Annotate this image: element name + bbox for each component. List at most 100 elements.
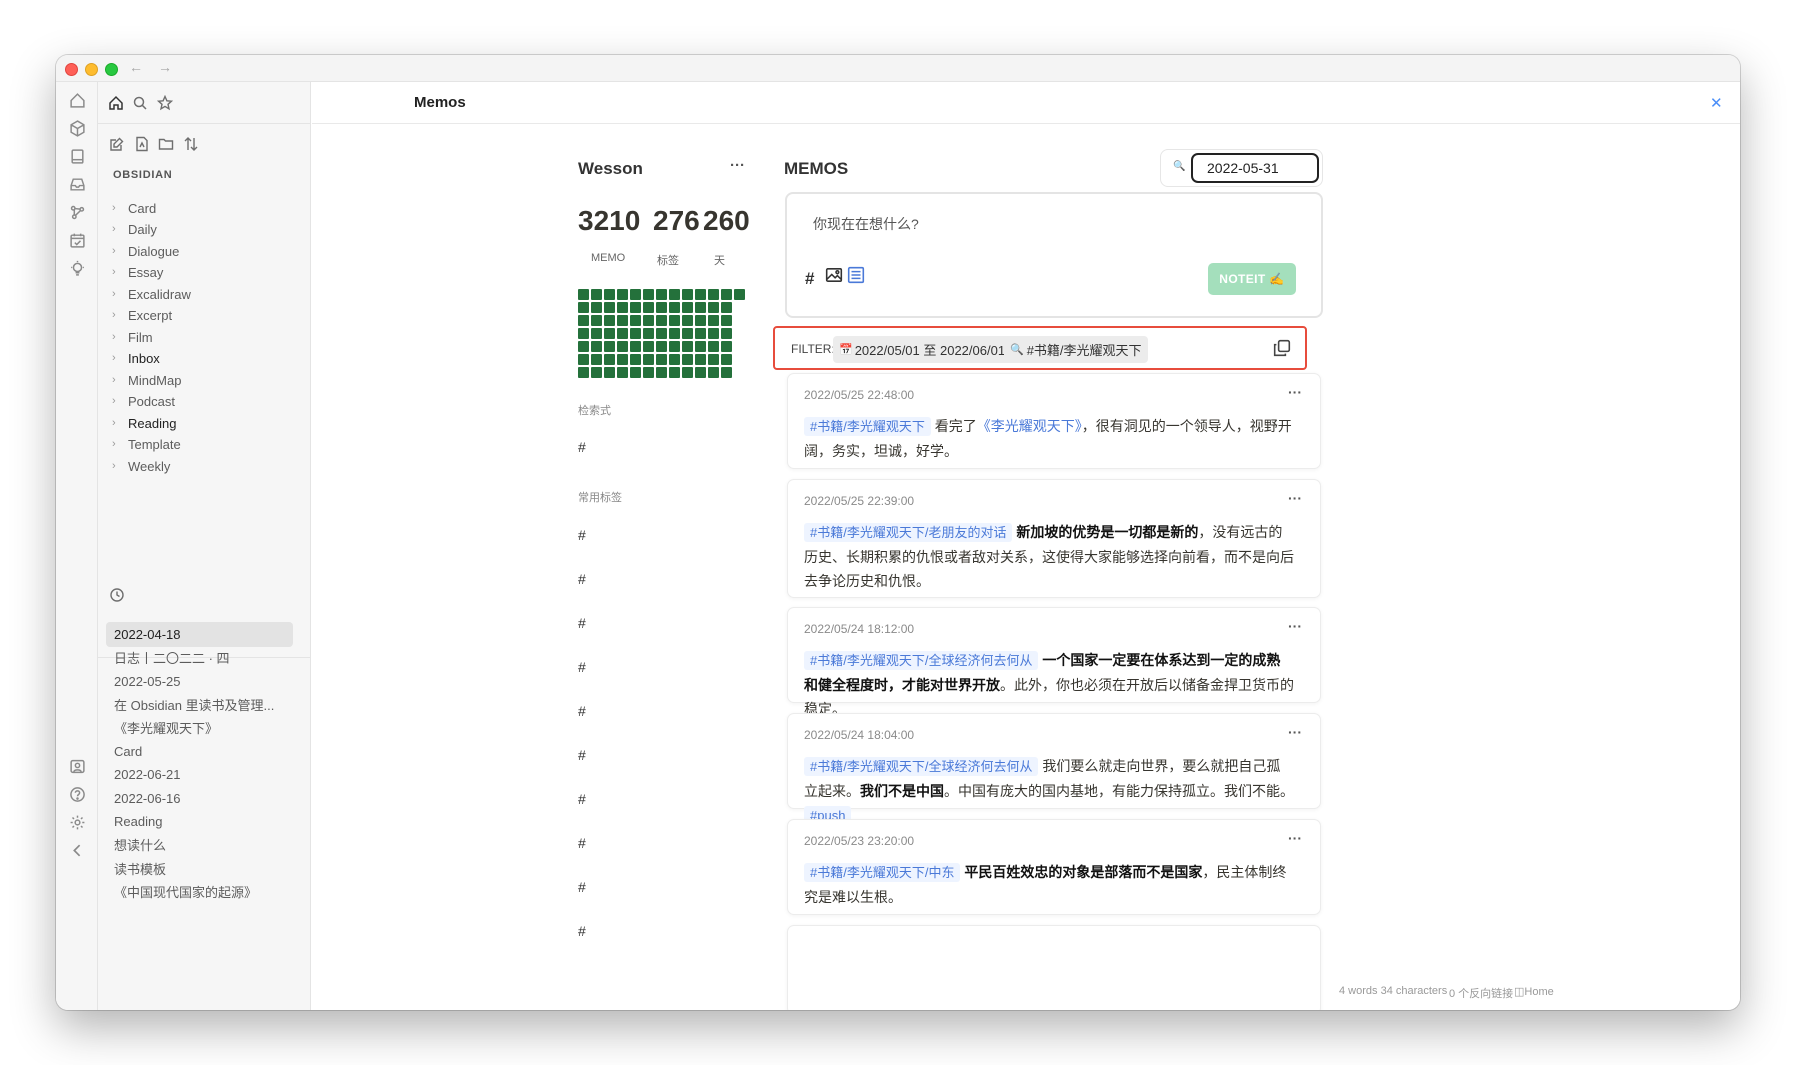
heatmap-cell[interactable] [604,315,615,326]
heatmap-cell[interactable] [604,354,615,365]
copy-icon[interactable] [1273,339,1291,357]
recent-file-item[interactable]: 2022-05-25 [106,669,293,694]
heatmap-cell[interactable] [695,354,706,365]
folder-daily[interactable]: › Daily [112,218,157,240]
heatmap-cell[interactable] [591,367,602,378]
collapse-sidebar-icon[interactable] [68,841,86,859]
heatmap-cell[interactable] [617,302,628,313]
heatmap-cell[interactable] [591,328,602,339]
heatmap-cell[interactable] [656,315,667,326]
heatmap-cell[interactable] [695,367,706,378]
folder-dialogue[interactable]: › Dialogue [112,240,179,262]
heatmap-cell[interactable] [617,328,628,339]
noteit-button[interactable]: NOTEIT ✍️ [1208,263,1296,295]
heatmap-cell[interactable] [721,315,732,326]
heatmap-cell[interactable] [695,315,706,326]
recent-file-item[interactable]: 2022-06-21 [106,762,293,787]
heatmap-cell[interactable] [682,367,693,378]
heatmap-cell[interactable] [643,367,654,378]
memo-menu-icon[interactable]: ··· [1288,490,1302,506]
heatmap-cell[interactable] [643,289,654,300]
recent-file-item[interactable]: 读书模板 [106,856,293,881]
heatmap-cell[interactable] [669,367,680,378]
search-icon[interactable] [130,93,150,113]
heatmap-cell[interactable] [578,354,589,365]
heatmap-cell[interactable] [578,367,589,378]
heatmap-cell[interactable] [591,354,602,365]
hashtag-icon[interactable]: # [805,269,814,289]
folder-reading[interactable]: › Reading [112,412,176,434]
status-home[interactable]: ◫Home [1514,985,1554,998]
image-icon[interactable] [825,266,843,289]
memo-tag[interactable]: #书籍/李光耀观天下/全球经济何去何从 [804,651,1039,670]
heatmap-cell[interactable] [617,341,628,352]
memo-card[interactable]: 2022/05/24 18:04:00 ··· #书籍/李光耀观天下/全球经济何… [787,713,1321,825]
new-note-icon[interactable] [107,134,127,154]
heatmap-cell[interactable] [617,354,628,365]
heatmap-cell[interactable] [669,289,680,300]
heatmap-cell[interactable] [708,302,719,313]
heatmap-cell[interactable] [591,302,602,313]
heatmap-cell[interactable] [656,354,667,365]
recent-file-item[interactable]: 《中国现代国家的起源》 [106,879,293,904]
tag-item[interactable]: # [578,571,586,587]
heatmap-cell[interactable] [695,328,706,339]
recent-file-item[interactable]: Reading [106,809,293,834]
heatmap-cell[interactable] [721,341,732,352]
heatmap-cell[interactable] [695,302,706,313]
heatmap-cell[interactable] [578,315,589,326]
tag-item[interactable]: # [578,615,586,631]
tag-item[interactable]: # [578,835,586,851]
recent-file-item[interactable]: Card [106,739,293,764]
heatmap-cell[interactable] [682,315,693,326]
heatmap-cell[interactable] [604,302,615,313]
heatmap-cell[interactable] [656,367,667,378]
heatmap-cell[interactable] [721,367,732,378]
heatmap-cell[interactable] [656,302,667,313]
memo-tag[interactable]: #书籍/李光耀观天下 [804,417,931,436]
heatmap-cell[interactable] [604,367,615,378]
list-icon[interactable] [847,266,865,289]
heatmap-cell[interactable] [734,289,745,300]
memo-menu-icon[interactable]: ··· [1288,618,1302,634]
close-window-button[interactable] [65,63,78,76]
home-icon[interactable] [68,91,86,109]
folder-mindmap[interactable]: › MindMap [112,369,181,391]
heatmap-cell[interactable] [630,315,641,326]
recent-file-item[interactable]: 2022-06-16 [106,786,293,811]
help-icon[interactable] [68,785,86,803]
recent-file-item[interactable]: 2022-04-18 [106,622,293,647]
tag-filter-chip[interactable]: 🔍 #书籍/李光耀观天下 [1004,336,1148,363]
heatmap-cell[interactable] [578,328,589,339]
memo-tag[interactable]: #书籍/李光耀观天下/全球经济何去何从 [804,757,1039,776]
heatmap-cell[interactable] [591,289,602,300]
calendar-check-icon[interactable] [68,231,86,249]
folder-card[interactable]: › Card [112,197,156,219]
heatmap-cell[interactable] [630,354,641,365]
settings-gear-icon[interactable] [68,813,86,831]
memo-link[interactable]: 《李光耀观天下》 [977,418,1082,434]
vault-profile-icon[interactable] [68,757,86,775]
memo-menu-icon[interactable]: ··· [1288,384,1302,400]
backlink-count[interactable]: 0 个反向链接 [1449,985,1513,1001]
heatmap-cell[interactable] [682,289,693,300]
graph-icon[interactable] [68,203,86,221]
tag-item[interactable]: # [578,791,586,807]
recent-file-item[interactable]: 《李光耀观天下》 [106,715,293,740]
heatmap-cell[interactable] [578,302,589,313]
zoom-window-button[interactable] [105,63,118,76]
minimize-window-button[interactable] [85,63,98,76]
inbox-icon[interactable] [68,175,86,193]
heatmap-cell[interactable] [708,328,719,339]
tag-item[interactable]: # [578,879,586,895]
heatmap-cell[interactable] [669,315,680,326]
more-options-icon[interactable]: ⋮ [1734,94,1740,112]
heatmap-cell[interactable] [721,289,732,300]
heatmap-cell[interactable] [721,302,732,313]
heatmap-cell[interactable] [708,315,719,326]
folder-weekly[interactable]: › Weekly [112,455,170,477]
heatmap-cell[interactable] [721,354,732,365]
new-drawing-icon[interactable] [132,134,152,154]
bookmark-star-icon[interactable] [155,93,175,113]
heatmap-cell[interactable] [630,341,641,352]
